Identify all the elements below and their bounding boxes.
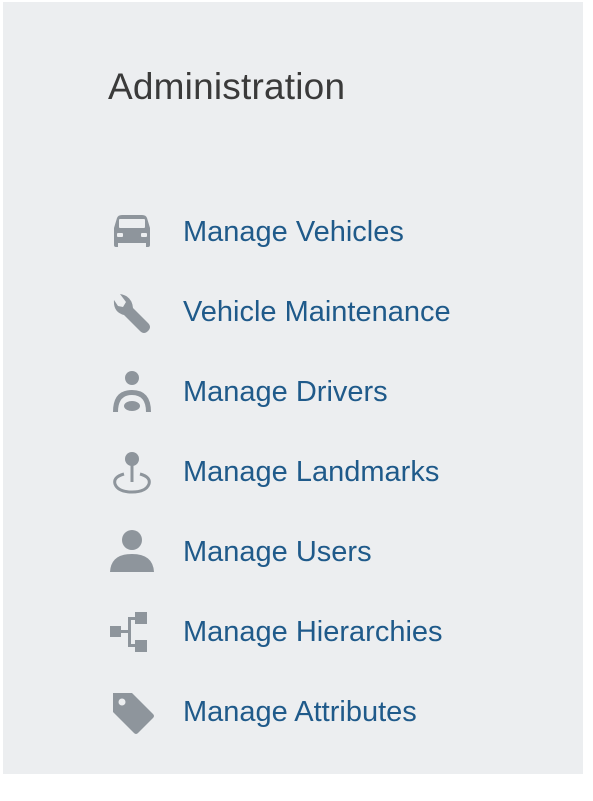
user-icon [103,528,161,576]
hierarchy-icon [103,608,161,656]
admin-menu: Manage Vehicles Vehicle Maintenance Mana… [103,192,451,752]
menu-item-manage-landmarks[interactable]: Manage Landmarks [103,432,451,512]
driver-icon [103,368,161,416]
menu-item-label: Manage Landmarks [183,455,440,488]
panel-title: Administration [108,66,346,107]
menu-item-label: Manage Users [183,535,372,568]
landmark-pin-icon [103,448,161,496]
menu-item-label: Manage Hierarchies [183,615,443,648]
menu-item-manage-vehicles[interactable]: Manage Vehicles [103,192,451,272]
menu-item-label: Manage Vehicles [183,215,404,248]
administration-panel: Administration Manage Vehicles Vehicle M… [3,2,583,774]
menu-item-label: Vehicle Maintenance [183,295,451,328]
tag-icon [103,688,161,736]
menu-item-manage-drivers[interactable]: Manage Drivers [103,352,451,432]
menu-item-label: Manage Attributes [183,695,417,728]
menu-item-manage-users[interactable]: Manage Users [103,512,451,592]
menu-item-vehicle-maintenance[interactable]: Vehicle Maintenance [103,272,451,352]
menu-item-label: Manage Drivers [183,375,388,408]
menu-item-manage-hierarchies[interactable]: Manage Hierarchies [103,592,451,672]
wrench-icon [103,288,161,336]
car-icon [103,208,161,256]
menu-item-manage-attributes[interactable]: Manage Attributes [103,672,451,752]
